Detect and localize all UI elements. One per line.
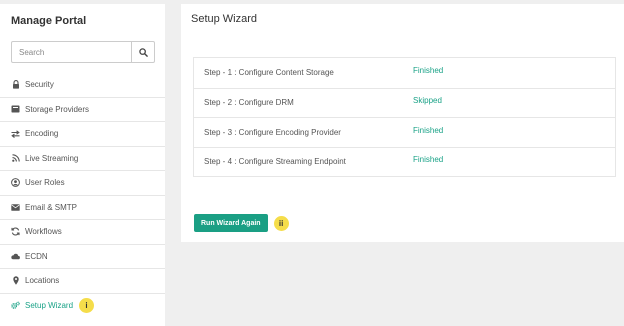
sidebar-item-label: Storage Providers xyxy=(25,104,90,114)
main-panel: Setup Wizard Step - 1 : Configure Conten… xyxy=(181,4,624,242)
step-status: Finished xyxy=(413,66,444,76)
search-box xyxy=(11,41,155,63)
step-label: Step - 1 : Configure Content Storage xyxy=(204,68,334,78)
step-label: Step - 3 : Configure Encoding Provider xyxy=(204,127,341,137)
sidebar-item-label: Email & SMTP xyxy=(25,202,78,212)
cogs-icon xyxy=(11,301,20,310)
step-label: Step - 4 : Configure Streaming Endpoint xyxy=(204,157,346,167)
refresh-icon xyxy=(11,227,20,236)
step-status: Finished xyxy=(413,125,444,135)
sidebar-item-storage-providers[interactable]: Storage Providers xyxy=(0,96,165,122)
search-icon xyxy=(138,47,148,57)
step-status: Skipped xyxy=(413,96,442,106)
sidebar-nav: Security Storage Providers Encoding Live… xyxy=(0,72,165,317)
run-wizard-group: Run Wizard Again ii xyxy=(194,214,289,232)
info-badge[interactable]: i xyxy=(79,297,95,313)
sidebar: Manage Portal Security Storage Providers xyxy=(0,4,165,326)
sidebar-item-label: Locations xyxy=(25,276,60,286)
exchange-icon xyxy=(11,129,20,138)
search-input[interactable] xyxy=(12,42,131,62)
page-title: Setup Wizard xyxy=(191,13,258,25)
table-row: Step - 3 : Configure Encoding Provider F… xyxy=(194,117,615,147)
sidebar-item-label: Live Streaming xyxy=(25,153,79,163)
sidebar-item-label: Setup Wizard xyxy=(25,300,74,310)
rss-icon xyxy=(11,154,20,163)
info-badge[interactable]: ii xyxy=(273,215,289,231)
cloud-icon xyxy=(11,252,20,261)
sidebar-item-locations[interactable]: Locations xyxy=(0,268,165,293)
sidebar-item-workflows[interactable]: Workflows xyxy=(0,219,165,244)
envelope-icon xyxy=(11,203,20,212)
sidebar-item-encoding[interactable]: Encoding xyxy=(0,121,165,146)
table-row: Step - 1 : Configure Content Storage Fin… xyxy=(194,58,615,88)
table-row: Step - 2 : Configure DRM Skipped xyxy=(194,87,615,118)
sidebar-title: Manage Portal xyxy=(11,15,87,27)
search-button[interactable] xyxy=(131,42,154,62)
sidebar-item-email-smtp[interactable]: Email & SMTP xyxy=(0,194,165,220)
sidebar-item-label: User Roles xyxy=(25,178,65,188)
sidebar-item-label: Security xyxy=(25,79,54,89)
lock-icon xyxy=(11,79,20,89)
sidebar-item-label: ECDN xyxy=(25,251,48,261)
step-status: Finished xyxy=(413,155,444,165)
sidebar-item-label: Workflows xyxy=(25,227,62,237)
table-row: Step - 4 : Configure Streaming Endpoint … xyxy=(194,146,615,177)
storage-icon xyxy=(11,105,20,114)
steps-table: Step - 1 : Configure Content Storage Fin… xyxy=(193,57,616,177)
sidebar-item-ecdn[interactable]: ECDN xyxy=(0,243,165,269)
step-label: Step - 2 : Configure DRM xyxy=(204,98,294,108)
run-wizard-again-button[interactable]: Run Wizard Again xyxy=(194,214,268,232)
sidebar-item-user-roles[interactable]: User Roles xyxy=(0,170,165,195)
sidebar-item-security[interactable]: Security xyxy=(0,72,165,97)
sidebar-item-live-streaming[interactable]: Live Streaming xyxy=(0,145,165,171)
sidebar-item-label: Encoding xyxy=(25,129,59,139)
user-circle-icon xyxy=(11,178,20,188)
map-marker-icon xyxy=(11,276,20,286)
sidebar-item-setup-wizard[interactable]: Setup Wizard i xyxy=(0,292,165,318)
